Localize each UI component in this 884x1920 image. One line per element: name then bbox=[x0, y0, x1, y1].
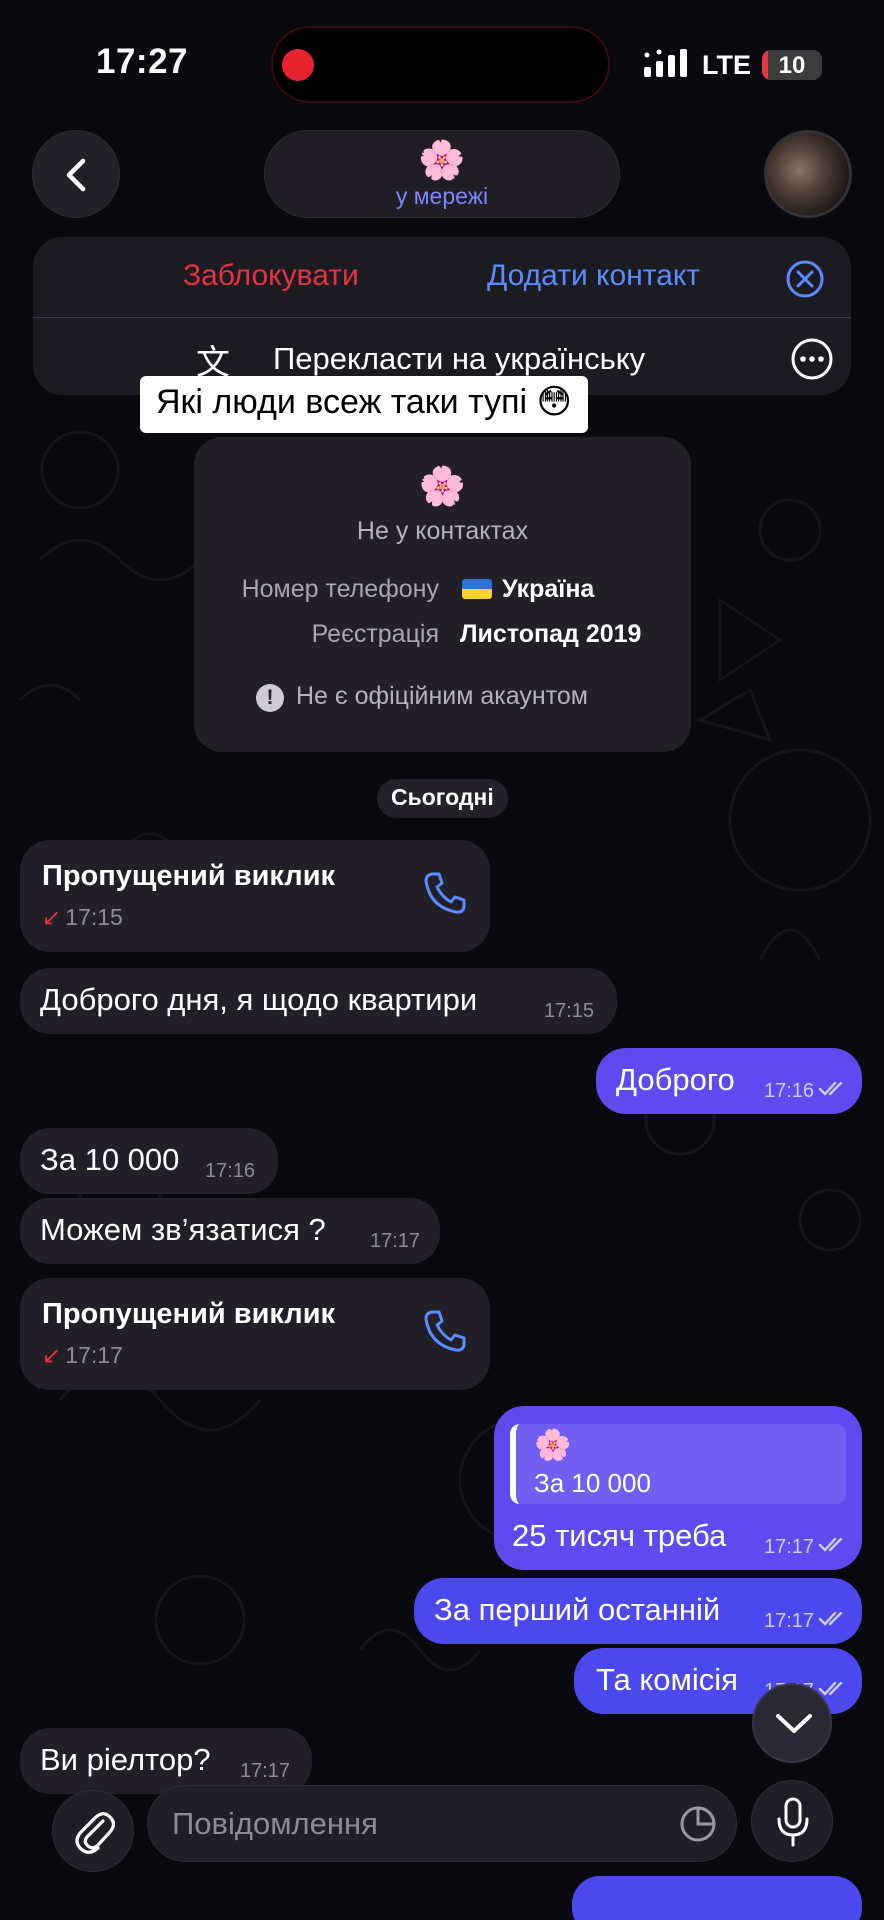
caption-overlay: Які люди всеж таки тупі 😳 bbox=[140, 376, 588, 433]
close-icon[interactable] bbox=[785, 259, 825, 299]
battery-level: 10 bbox=[778, 52, 806, 79]
message-text: За перший останній bbox=[434, 1592, 721, 1627]
signal-icon bbox=[644, 49, 687, 77]
incoming-message[interactable]: Доброго дня, я щодо квартири 17:15 bbox=[20, 968, 617, 1034]
message-time: 17:16 bbox=[205, 1160, 256, 1182]
message-input-placeholder: Повідомлення bbox=[172, 1806, 378, 1841]
message-text: Можем зв’язатися ? bbox=[40, 1212, 326, 1247]
date-separator: Сьогодні bbox=[377, 779, 508, 818]
message-time: 17:16 bbox=[764, 1080, 815, 1102]
translate-button[interactable]: Перекласти на українську bbox=[273, 341, 645, 377]
voice-message-button[interactable] bbox=[751, 1780, 833, 1862]
read-checkmarks-icon bbox=[818, 1681, 843, 1696]
message-time: 17:17 bbox=[764, 1536, 815, 1558]
phone-icon[interactable] bbox=[422, 1308, 468, 1354]
warning-row: ! Не є офіційним акаунтом bbox=[256, 682, 588, 712]
message-text: За 10 000 bbox=[40, 1142, 180, 1177]
missed-call-time-row: ↙ 17:17 bbox=[42, 1342, 123, 1369]
registration-label: Реєстрація bbox=[311, 620, 439, 648]
missed-call-time-row: ↙ 17:15 bbox=[42, 904, 123, 931]
attach-button[interactable] bbox=[52, 1790, 134, 1872]
read-checkmarks-icon bbox=[818, 1081, 843, 1096]
chat-title[interactable]: 🌸 у мережі bbox=[264, 130, 620, 218]
not-in-contacts-label: Не у контактах bbox=[356, 517, 529, 545]
block-button[interactable]: Заблокувати bbox=[183, 259, 359, 293]
online-status: у мережі bbox=[395, 183, 489, 209]
missed-call-arrow-icon: ↙ bbox=[42, 904, 62, 930]
phone-value-row: Україна bbox=[462, 575, 594, 604]
recording-indicator-icon bbox=[282, 49, 314, 81]
outgoing-reply-message[interactable]: 🌸 За 10 000 25 тисяч треба 17:17 bbox=[494, 1406, 862, 1570]
add-contact-button[interactable]: Додати контакт bbox=[487, 259, 700, 293]
partially-visible-message bbox=[572, 1876, 862, 1920]
missed-call-title: Пропущений виклик bbox=[42, 1298, 336, 1330]
incoming-message[interactable]: За 10 000 17:16 bbox=[20, 1128, 278, 1194]
contact-emoji: 🌸 bbox=[418, 466, 467, 508]
battery-icon: 10 bbox=[762, 50, 822, 80]
contact-action-panel: Заблокувати Додати контакт 文 Перекласти … bbox=[33, 237, 851, 395]
scroll-to-bottom-button[interactable] bbox=[752, 1683, 832, 1763]
incoming-message[interactable]: Можем зв’язатися ? 17:17 bbox=[20, 1198, 440, 1264]
message-time: 17:15 bbox=[544, 1000, 595, 1022]
message-text: Ви ріелтор? bbox=[40, 1742, 211, 1777]
phone-label: Номер телефону bbox=[241, 575, 439, 603]
divider bbox=[33, 317, 851, 318]
status-time: 17:27 bbox=[96, 42, 189, 81]
contact-name-emoji: 🌸 bbox=[418, 140, 466, 182]
missed-call-bubble[interactable]: Пропущений виклик ↙ 17:15 bbox=[20, 840, 490, 952]
reply-quote[interactable]: 🌸 За 10 000 bbox=[510, 1424, 846, 1504]
contact-info-card: 🌸 Не у контактах Номер телефону Україна … bbox=[194, 437, 691, 752]
sticker-icon[interactable] bbox=[678, 1804, 718, 1844]
microphone-icon bbox=[777, 1797, 809, 1847]
missed-call-bubble[interactable]: Пропущений виклик ↙ 17:17 bbox=[20, 1278, 490, 1390]
message-text: Доброго bbox=[616, 1062, 735, 1097]
read-checkmarks-icon bbox=[818, 1611, 843, 1626]
missed-call-title: Пропущений виклик bbox=[42, 860, 336, 892]
missed-call-arrow-icon: ↙ bbox=[42, 1342, 62, 1368]
message-text: Та комісія bbox=[596, 1662, 738, 1697]
network-type: LTE bbox=[702, 50, 751, 80]
avatar[interactable] bbox=[764, 130, 852, 218]
chevron-left-icon bbox=[66, 158, 86, 192]
message-input[interactable]: Повідомлення bbox=[147, 1785, 737, 1862]
chevron-down-icon bbox=[776, 1714, 812, 1733]
message-text: 25 тисяч треба bbox=[512, 1518, 727, 1553]
dynamic-island bbox=[271, 26, 610, 103]
outgoing-message[interactable]: Доброго 17:16 bbox=[596, 1048, 862, 1114]
phone-value: Україна bbox=[502, 575, 595, 603]
paperclip-icon bbox=[75, 1812, 115, 1854]
read-checkmarks-icon bbox=[818, 1537, 843, 1552]
outgoing-message[interactable]: За перший останній 17:17 bbox=[414, 1578, 862, 1644]
warning-text: Не є офіційним акаунтом bbox=[296, 682, 588, 710]
back-button[interactable] bbox=[32, 130, 120, 218]
reply-author-emoji: 🌸 bbox=[534, 1429, 572, 1462]
message-text: Доброго дня, я щодо квартири bbox=[40, 982, 478, 1017]
more-icon[interactable] bbox=[790, 337, 834, 381]
registration-value: Листопад 2019 bbox=[460, 620, 642, 648]
missed-call-time: 17:15 bbox=[65, 904, 123, 930]
message-time: 17:17 bbox=[764, 1610, 815, 1632]
message-time: 17:17 bbox=[240, 1760, 291, 1782]
ukraine-flag-icon bbox=[462, 579, 492, 599]
phone-icon[interactable] bbox=[422, 870, 468, 916]
warning-icon: ! bbox=[256, 684, 284, 712]
reply-quote-text: За 10 000 bbox=[534, 1468, 651, 1498]
message-time: 17:17 bbox=[370, 1230, 421, 1252]
missed-call-time: 17:17 bbox=[65, 1342, 123, 1368]
